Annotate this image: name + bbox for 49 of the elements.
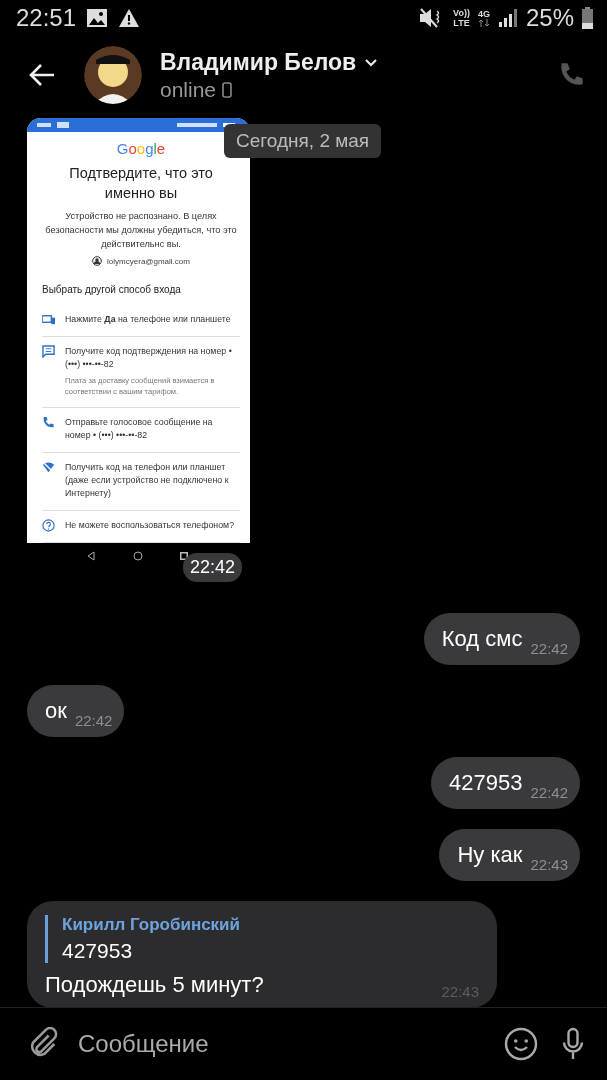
data-arrows-icon	[477, 19, 490, 27]
warning-icon	[118, 8, 141, 28]
volte-text: Vo))	[453, 8, 470, 18]
option-text: Получите код подтверждения на номер • (•••) •••-••-82	[65, 345, 233, 371]
section-title: Выбрать другой способ входа	[42, 284, 182, 295]
image-icon	[86, 8, 109, 28]
message-text: 427953	[449, 770, 523, 796]
message-time: 22:43	[530, 856, 568, 873]
contact-status: online	[160, 77, 217, 102]
home-icon	[132, 551, 143, 561]
message-icon	[42, 345, 55, 358]
email-text: lolymcyera@gmail.com	[107, 256, 190, 266]
quote-text: 427953	[62, 939, 134, 963]
contact-name[interactable]: Владимир Белов	[160, 48, 357, 76]
screen-title: Подтвердите, что это именно вы	[68, 164, 214, 203]
message-text: Подождешь 5 минут?	[45, 971, 264, 998]
chevron-down-icon[interactable]	[364, 57, 379, 67]
google-logo: Google	[116, 140, 166, 157]
account-icon	[92, 256, 103, 266]
option-text: Получить код на телефон или планшет (даже если устройство не подключено к Интернету)	[65, 461, 230, 500]
recents-icon	[179, 552, 188, 560]
option-text: Отправьте голосовое сообщение на номер • (•••) •••-••-82	[65, 416, 214, 442]
message-time: 22:42	[530, 640, 568, 657]
emoji-icon[interactable]	[503, 1026, 539, 1062]
message-time: 22:42	[530, 784, 568, 801]
battery-icon	[582, 7, 593, 29]
lte-text: LTE	[453, 18, 470, 28]
message-input[interactable]: Сообщение	[76, 1021, 503, 1067]
option-text: Не можете воспользоваться телефоном?	[65, 519, 235, 532]
no-wifi-icon	[42, 461, 55, 474]
screen-description: Устройство не распознано. В целях безопасности мы должны убедиться, что это действительнс вы.	[44, 210, 238, 251]
back-icon	[85, 551, 96, 561]
signal-icon	[497, 8, 518, 28]
message-text: Ну как	[457, 842, 523, 868]
devices-icon	[42, 313, 55, 326]
date-chip: Сегодня, 2 мая	[224, 124, 382, 158]
mobile-icon	[222, 81, 233, 98]
network-text: 4G	[477, 9, 490, 19]
message-time: 22:42	[74, 712, 113, 729]
message-text: Код смс	[441, 626, 523, 652]
message-time: 22:42	[182, 553, 242, 582]
clock-text: 22:51	[16, 4, 77, 32]
quote-author: Кирилл Горобинский	[62, 915, 241, 935]
battery-text: 25%	[525, 4, 574, 32]
help-icon	[42, 519, 55, 532]
reply-quote[interactable]: Кирилл Горобинский 427953	[45, 915, 479, 963]
message-text: ок	[45, 698, 67, 724]
phone-icon	[42, 416, 55, 429]
option-text: Нажмите Да на телефоне или планшете	[65, 313, 231, 326]
